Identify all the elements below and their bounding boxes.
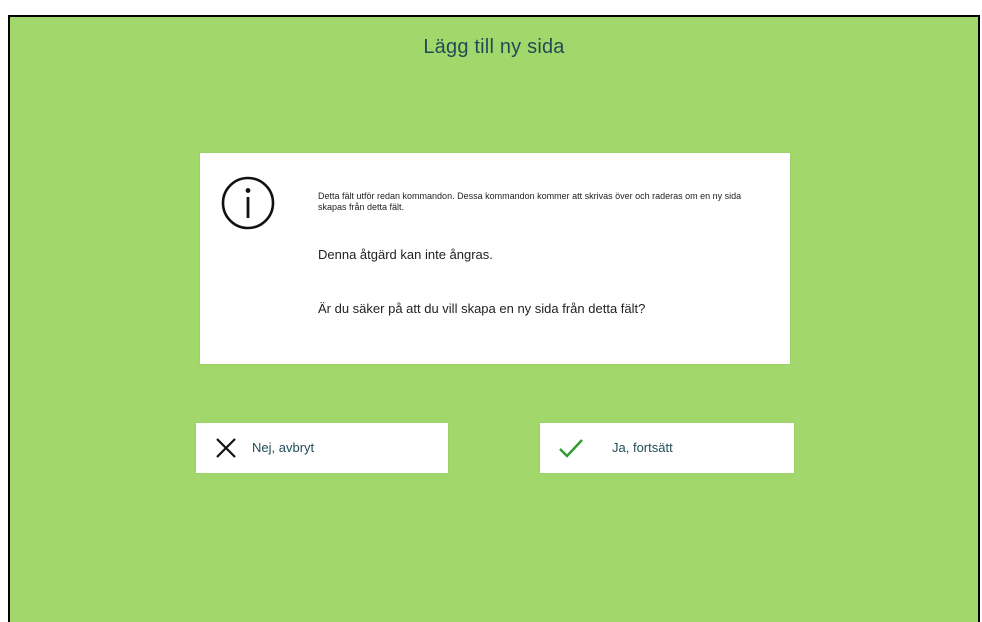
page-title: Lägg till ny sida bbox=[423, 36, 565, 58]
cancel-button[interactable]: Nej, avbryt bbox=[196, 423, 448, 473]
confirm-button-label: Ja, fortsätt bbox=[612, 440, 673, 455]
undo-notice: Denna åtgärd kan inte ångras. bbox=[318, 247, 493, 262]
confirm-question: Är du säker på att du vill skapa en ny s… bbox=[318, 301, 646, 316]
checkmark-icon bbox=[559, 439, 583, 458]
warning-text: Detta fält utför redan kommandon. Dessa … bbox=[318, 191, 742, 212]
dialog-screen: Lägg till ny sida Detta fält utför redan… bbox=[8, 15, 980, 622]
info-circle-icon bbox=[221, 176, 275, 230]
cancel-button-label: Nej, avbryt bbox=[252, 440, 315, 455]
info-card: Detta fält utför redan kommandon. Dessa … bbox=[200, 153, 790, 364]
confirm-button[interactable]: Ja, fortsätt bbox=[540, 423, 794, 473]
close-icon bbox=[216, 438, 236, 458]
